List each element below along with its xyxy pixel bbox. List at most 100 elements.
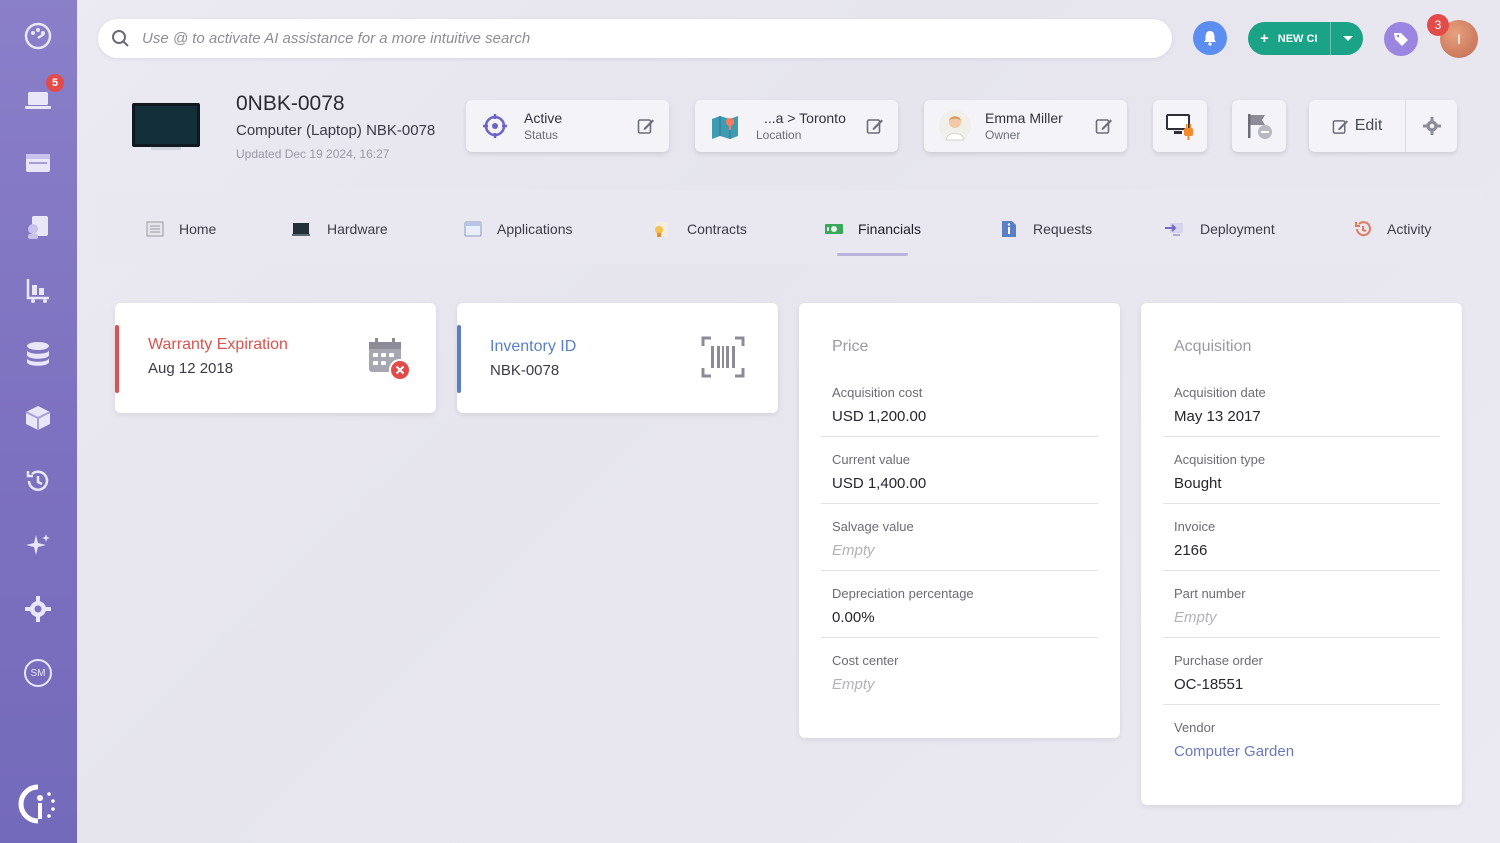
application-window-icon: [464, 221, 482, 237]
warranty-accent-bar: [115, 325, 119, 393]
warranty-title: Warranty Expiration: [148, 336, 288, 353]
location-value: ...a > Toronto: [764, 110, 846, 126]
sidebar-item-dashboard[interactable]: [20, 18, 56, 54]
invoice-field[interactable]: Invoice 2166: [1163, 519, 1440, 586]
owner-card[interactable]: Emma Miller Owner: [924, 100, 1127, 152]
remote-connect-button[interactable]: [1153, 100, 1207, 152]
sidebar-item-sm[interactable]: SM: [20, 655, 56, 691]
tags-button[interactable]: [1384, 22, 1418, 56]
window-icon: [26, 154, 50, 172]
search-bar[interactable]: Use @ to activate AI assistance for a mo…: [98, 19, 1172, 58]
updated-timestamp: Updated Dec 19 2024, 16:27: [236, 147, 390, 161]
gear-icon: [1422, 117, 1441, 135]
sidebar-item-laptops[interactable]: 5: [20, 74, 64, 118]
edit-icon[interactable]: [1095, 117, 1113, 135]
sidebar-item-window[interactable]: [20, 145, 56, 181]
settings-button[interactable]: [1406, 100, 1457, 152]
field-value: Empty: [832, 676, 875, 693]
tab-activity[interactable]: Activity: [1353, 217, 1431, 241]
tab-label: Hardware: [327, 221, 388, 237]
bell-icon: [1204, 31, 1216, 46]
active-tab-indicator: [837, 253, 908, 256]
tag-icon: [1394, 33, 1408, 46]
part-number-field[interactable]: Part number Empty: [1163, 586, 1440, 653]
tab-label: Home: [179, 221, 217, 237]
monitor-plug-icon: [1166, 114, 1193, 140]
field-label: Vendor: [1174, 720, 1216, 735]
laptop-image: [132, 103, 200, 150]
vendor-field[interactable]: Vendor Computer Garden: [1163, 720, 1440, 787]
status-card[interactable]: Active Status: [466, 100, 669, 152]
price-title: Price: [832, 338, 869, 355]
brand-logo-icon: [18, 784, 55, 824]
hardware-icon: [292, 223, 310, 236]
request-info-icon: [1002, 221, 1016, 237]
status-value: Active: [524, 110, 563, 126]
edit-icon[interactable]: [637, 117, 655, 135]
database-icon: [27, 342, 49, 366]
sparkle-icon: [26, 534, 50, 555]
divider: [821, 637, 1098, 638]
sidebar-item-history[interactable]: [20, 463, 56, 499]
divider: [1163, 570, 1440, 571]
vendor-link[interactable]: Computer Garden: [1174, 743, 1294, 760]
purchase-order-field[interactable]: Purchase order OC-18551: [1163, 653, 1440, 720]
notifications-button[interactable]: [1193, 21, 1227, 55]
warranty-card[interactable]: Warranty Expiration Aug 12 2018: [115, 303, 436, 413]
edit-icon[interactable]: [866, 117, 884, 135]
sidebar-item-box[interactable]: [20, 400, 56, 436]
sidebar-item-ai[interactable]: [20, 527, 56, 563]
gear-icon: [25, 596, 51, 622]
field-label: Acquisition date: [1174, 385, 1266, 400]
field-label: Current value: [832, 452, 911, 467]
inventory-card[interactable]: Inventory ID NBK-0078: [457, 303, 778, 413]
field-value: 2166: [1174, 542, 1208, 559]
tab-applications[interactable]: Applications: [463, 217, 573, 241]
acquisition-title: Acquisition: [1174, 338, 1252, 355]
current-value-field[interactable]: Current value USD 1,400.00: [821, 452, 1098, 519]
tab-financials[interactable]: Financials: [824, 217, 921, 241]
field-label: Part number: [1174, 586, 1246, 601]
sidebar-item-user-docs[interactable]: [20, 209, 56, 245]
divider: [821, 570, 1098, 571]
chevron-down-icon[interactable]: [1340, 30, 1356, 46]
tab-contracts[interactable]: Contracts: [652, 217, 747, 241]
location-card[interactable]: ...a > Toronto Location: [695, 100, 898, 152]
edit-label: Edit: [1354, 117, 1383, 134]
sidebar-item-inventory[interactable]: [20, 272, 56, 308]
money-icon: [825, 224, 843, 234]
tab-home[interactable]: Home: [145, 217, 216, 241]
sidebar-item-database[interactable]: [20, 336, 56, 372]
flag-button[interactable]: [1232, 100, 1286, 152]
field-label: Purchase order: [1174, 653, 1263, 668]
tab-label: Contracts: [687, 221, 747, 237]
sidebar-item-settings[interactable]: [20, 591, 56, 627]
user-notification-badge: 3: [1427, 14, 1449, 36]
avatar-initial: I: [1457, 31, 1461, 47]
salvage-value-field[interactable]: Salvage value Empty: [821, 519, 1098, 586]
new-ci-button[interactable]: + NEW CI: [1248, 22, 1363, 55]
acquisition-type-field[interactable]: Acquisition type Bought: [1163, 452, 1440, 519]
tab-deployment[interactable]: Deployment: [1164, 217, 1275, 241]
inventory-title: Inventory ID: [490, 338, 577, 355]
cost-center-field[interactable]: Cost center Empty: [821, 653, 1098, 720]
sm-label: SM: [30, 667, 46, 679]
acquisition-cost-field[interactable]: Acquisition cost USD 1,200.00: [821, 385, 1098, 452]
edit-button[interactable]: Edit: [1309, 100, 1405, 152]
field-value: USD 1,200.00: [832, 408, 927, 425]
tab-hardware[interactable]: Hardware: [291, 217, 388, 241]
field-value: USD 1,400.00: [832, 475, 927, 492]
field-label: Cost center: [832, 653, 899, 668]
list-icon: [146, 221, 164, 237]
depreciation-field[interactable]: Depreciation percentage 0.00%: [821, 586, 1098, 653]
laptop-badge: 5: [46, 74, 64, 92]
calendar-expired-icon: [369, 338, 411, 381]
search-input[interactable]: Use @ to activate AI assistance for a mo…: [142, 30, 530, 47]
history-icon: [1355, 221, 1371, 237]
field-label: Acquisition type: [1174, 452, 1266, 467]
ci-subtitle: Computer (Laptop) NBK-0078: [236, 122, 436, 139]
field-value: Empty: [832, 542, 875, 559]
warranty-date: Aug 12 2018: [148, 360, 234, 377]
acquisition-date-field[interactable]: Acquisition date May 13 2017: [1163, 385, 1440, 452]
tab-requests[interactable]: Requests: [999, 217, 1092, 241]
